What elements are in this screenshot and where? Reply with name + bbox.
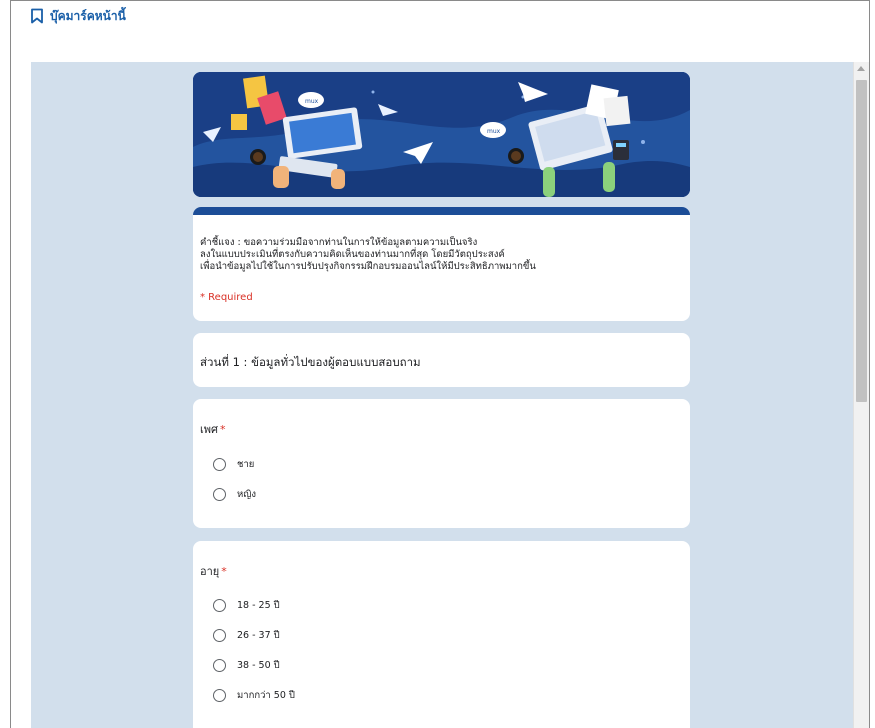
required-note: * Required <box>200 292 253 303</box>
form-header-image: mux mux <box>193 72 690 197</box>
section-title: ส่วนที่ 1 : ข้อมูลทั่วไปของผู้ตอบแบบสอบถ… <box>200 355 421 369</box>
option-label: 26 - 37 ปี <box>237 629 280 641</box>
description-line: ลงในแบบประเมินที่ตรงกับความคิดเห็นของท่า… <box>200 249 505 260</box>
radio-option[interactable]: 38 - 50 ปี <box>213 657 280 673</box>
form-description-card: คำชี้แจง : ขอความร่วมมือจากท่านในการให้ข… <box>193 207 690 321</box>
question-age: อายุ * 18 - 25 ปี 26 - 37 ปี 38 - 50 ปี ม… <box>193 541 690 728</box>
form-accent-bar <box>193 207 690 215</box>
required-asterisk: * <box>220 423 226 436</box>
option-label: 38 - 50 ปี <box>237 659 280 671</box>
option-label: มากกว่า 50 ปี <box>237 689 295 701</box>
radio-button[interactable] <box>213 457 226 471</box>
radio-button[interactable] <box>213 628 226 642</box>
radio-button[interactable] <box>213 658 226 672</box>
option-label: ชาย <box>237 458 255 470</box>
scroll-up-arrow-icon[interactable] <box>857 66 865 71</box>
bookmark-label: บุ๊คมาร์คหน้านี้ <box>50 8 126 23</box>
section-header-card: ส่วนที่ 1 : ข้อมูลทั่วไปของผู้ตอบแบบสอบถ… <box>193 333 690 387</box>
question-label: เพศ * <box>200 420 226 438</box>
radio-option[interactable]: ชาย <box>213 456 254 472</box>
form-description: คำชี้แจง : ขอความร่วมมือจากท่านในการให้ข… <box>200 237 680 273</box>
radio-button[interactable] <box>213 598 226 612</box>
radio-option[interactable]: หญิง <box>213 486 256 502</box>
mux-badge-left: mux <box>305 98 319 105</box>
question-title: เพศ <box>200 423 218 436</box>
description-line: เพื่อนำข้อมูลไปใช้ในการปรับปรุงกิจกรรมฝึ… <box>200 261 536 272</box>
option-label: 18 - 25 ปี <box>237 599 280 611</box>
online-work-illustration: mux mux <box>193 72 690 197</box>
radio-button[interactable] <box>213 688 226 702</box>
question-label: อายุ * <box>200 562 227 580</box>
bookmark-icon <box>31 8 43 24</box>
question-title: อายุ <box>200 565 220 578</box>
question-gender: เพศ * ชาย หญิง <box>193 399 690 528</box>
bookmark-page-link[interactable]: บุ๊คมาร์คหน้านี้ <box>30 6 126 26</box>
vertical-scrollbar[interactable] <box>853 62 869 728</box>
radio-option[interactable]: 26 - 37 ปี <box>213 627 280 643</box>
mux-badge-right: mux <box>487 128 501 135</box>
form-viewport: mux mux คำชี้แจง : ขอความร่วมมือจากท่านใ… <box>31 62 869 728</box>
radio-option[interactable]: มากกว่า 50 ปี <box>213 687 295 703</box>
description-line: คำชี้แจง : ขอความร่วมมือจากท่านในการให้ข… <box>200 237 478 248</box>
required-asterisk: * <box>221 565 227 578</box>
scrollbar-thumb[interactable] <box>856 80 867 402</box>
radio-button[interactable] <box>213 487 226 501</box>
radio-option[interactable]: 18 - 25 ปี <box>213 597 280 613</box>
option-label: หญิง <box>237 488 256 500</box>
